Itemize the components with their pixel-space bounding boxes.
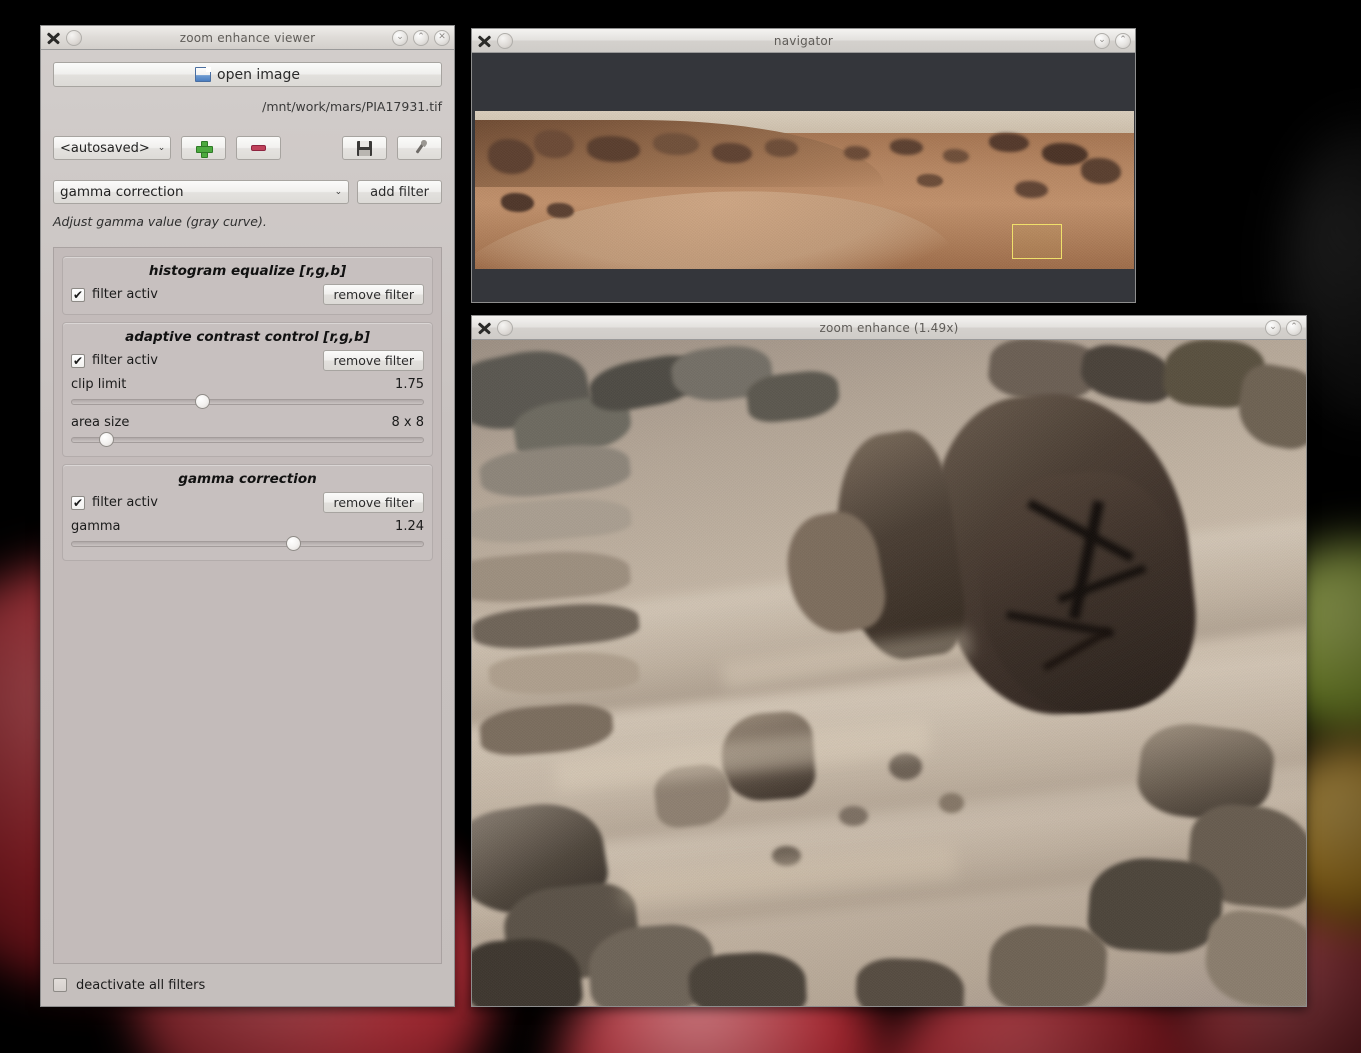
zoom-enhance-image[interactable]	[472, 340, 1306, 1006]
filter-active-label: filter activ	[92, 353, 158, 368]
filter-type-value: gamma correction	[60, 184, 184, 200]
mars-closeup	[472, 340, 1306, 1006]
preset-tool-group	[342, 136, 442, 160]
preset-select-value: <autosaved>	[60, 141, 150, 156]
slider-knob[interactable]	[195, 394, 210, 409]
chevron-down-icon[interactable]: ⌄	[392, 30, 408, 46]
slider-track[interactable]	[71, 393, 424, 409]
scissors-icon	[476, 33, 492, 49]
remove-preset-button[interactable]	[236, 136, 281, 160]
open-image-button[interactable]: open image	[53, 62, 442, 87]
slider-label: area size	[71, 415, 129, 430]
remove-filter-label: remove filter	[333, 287, 414, 302]
scissors-icon	[476, 320, 492, 336]
slider-value: 1.24	[395, 519, 424, 534]
viewer-body: open image /mnt/work/mars/PIA17931.tif <…	[41, 50, 454, 1006]
chevron-down-icon: ⌄	[150, 143, 166, 153]
slider-label: gamma	[71, 519, 121, 534]
navigator-window: navigator ⌄ ⌃	[471, 28, 1136, 303]
chevron-up-icon[interactable]: ⌃	[1115, 33, 1131, 49]
preset-select[interactable]: <autosaved> ⌄	[53, 136, 171, 160]
remove-filter-label: remove filter	[333, 353, 414, 368]
scissors-icon	[45, 30, 61, 46]
save-preset-button[interactable]	[342, 136, 387, 160]
chevron-down-icon: ⌄	[327, 187, 343, 197]
checkbox-checked-icon: ✔	[71, 288, 85, 302]
deactivate-all-label: deactivate all filters	[76, 978, 205, 993]
slider-knob[interactable]	[99, 432, 114, 447]
slider-label: clip limit	[71, 377, 126, 392]
filter-active-label: filter activ	[92, 287, 158, 302]
filter-list: histogram equalize [r,g,b] ✔ filter acti…	[53, 247, 442, 964]
filter-card: adaptive contrast control [r,g,b] ✔ filt…	[62, 322, 433, 457]
slider-block: gamma 1.24	[71, 519, 424, 551]
filter-active-toggle[interactable]: ✔ filter activ	[71, 287, 158, 302]
filter-card: gamma correction ✔ filter activ remove f…	[62, 464, 433, 561]
slider-knob[interactable]	[286, 536, 301, 551]
checkbox-checked-icon: ✔	[71, 354, 85, 368]
remove-filter-button[interactable]: remove filter	[323, 284, 424, 305]
deactivate-all-filters-toggle[interactable]: deactivate all filters	[53, 964, 442, 1006]
slider-value: 8 x 8	[392, 415, 425, 430]
slider-block: clip limit 1.75	[71, 377, 424, 409]
filter-type-select[interactable]: gamma correction ⌄	[53, 180, 349, 204]
settings-button[interactable]	[397, 136, 442, 160]
chevron-up-icon[interactable]: ⌃	[413, 30, 429, 46]
filter-title: adaptive contrast control [r,g,b]	[71, 329, 424, 345]
navigator-selection-rectangle[interactable]	[1012, 224, 1062, 259]
document-open-icon	[195, 67, 211, 82]
wrench-icon	[412, 140, 428, 156]
remove-filter-button[interactable]: remove filter	[323, 492, 424, 513]
remove-filter-label: remove filter	[333, 495, 414, 510]
minus-icon	[251, 145, 266, 151]
chevron-down-icon[interactable]: ⌄	[1265, 320, 1281, 336]
open-image-label: open image	[217, 67, 300, 83]
viewer-titlebar[interactable]: zoom enhance viewer ⌄ ⌃ ✕	[41, 26, 454, 50]
navigator-titlebar[interactable]: navigator ⌄ ⌃	[472, 29, 1135, 53]
window-menu-button[interactable]	[497, 320, 513, 336]
checkbox-checked-icon: ✔	[71, 496, 85, 510]
preset-toolbar: <autosaved> ⌄	[53, 136, 442, 160]
file-path-label: /mnt/work/mars/PIA17931.tif	[53, 99, 442, 114]
slider-track[interactable]	[71, 431, 424, 447]
slider-value: 1.75	[395, 377, 424, 392]
filter-card: histogram equalize [r,g,b] ✔ filter acti…	[62, 256, 433, 315]
plus-icon	[196, 141, 211, 156]
navigator-body	[472, 53, 1135, 302]
navigator-overview-image[interactable]	[475, 111, 1134, 269]
window-menu-button[interactable]	[497, 33, 513, 49]
close-icon[interactable]: ✕	[434, 30, 450, 46]
floppy-disk-icon	[357, 141, 372, 156]
checkbox-unchecked-icon	[53, 978, 67, 992]
zoom-enhance-titlebar[interactable]: zoom enhance (1.49x) ⌄ ⌃	[472, 316, 1306, 340]
filter-active-toggle[interactable]: ✔ filter activ	[71, 353, 158, 368]
chevron-down-icon[interactable]: ⌄	[1094, 33, 1110, 49]
slider-block: area size 8 x 8	[71, 415, 424, 447]
window-menu-button[interactable]	[66, 30, 82, 46]
filter-active-label: filter activ	[92, 495, 158, 510]
slider-track[interactable]	[71, 535, 424, 551]
zoom-enhance-viewer-window: zoom enhance viewer ⌄ ⌃ ✕ open image /mn…	[40, 25, 455, 1007]
add-preset-button[interactable]	[181, 136, 226, 160]
chevron-up-icon[interactable]: ⌃	[1286, 320, 1302, 336]
filter-picker-row: gamma correction ⌄ add filter	[53, 180, 442, 204]
filter-title: histogram equalize [r,g,b]	[71, 263, 424, 279]
filter-active-toggle[interactable]: ✔ filter activ	[71, 495, 158, 510]
zoom-enhance-title: zoom enhance (1.49x)	[472, 321, 1306, 335]
zoom-enhance-window: zoom enhance (1.49x) ⌄ ⌃	[471, 315, 1307, 1007]
add-filter-label: add filter	[370, 185, 429, 200]
add-filter-button[interactable]: add filter	[357, 180, 442, 204]
remove-filter-button[interactable]: remove filter	[323, 350, 424, 371]
filter-title: gamma correction	[71, 471, 424, 487]
filter-hint-text: Adjust gamma value (gray curve).	[53, 214, 442, 229]
navigator-title: navigator	[472, 34, 1135, 48]
